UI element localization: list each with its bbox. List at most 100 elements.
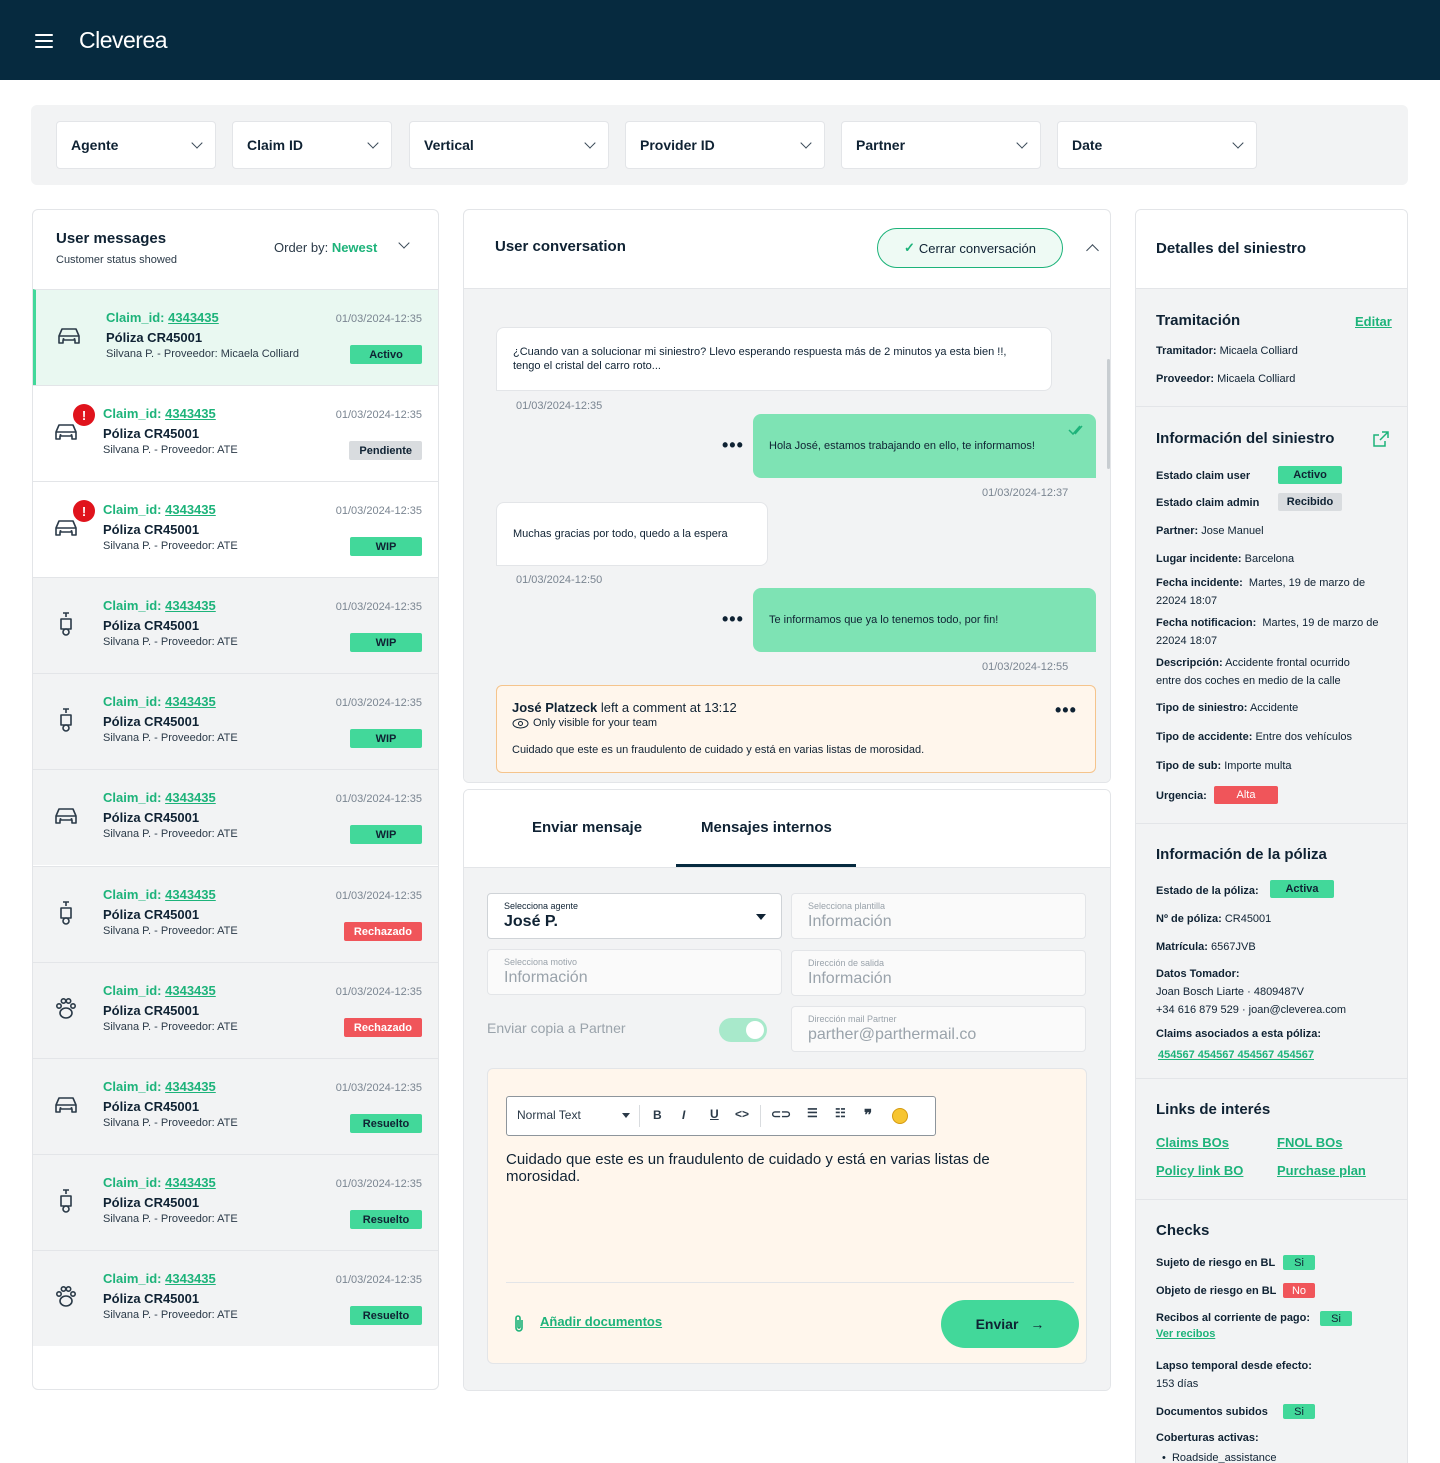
claim-id-link[interactable]: 4343435 (165, 887, 216, 902)
claim-id[interactable]: Claim_id: 4343435 (103, 406, 216, 421)
claim-id-link[interactable]: 4343435 (165, 1271, 216, 1286)
active-tab-indicator (676, 864, 856, 867)
message-list-item[interactable]: Claim_id: 4343435 Póliza CR45001 Silvana P… (33, 289, 438, 385)
bold-icon[interactable]: B (653, 1108, 662, 1122)
claim-id-link[interactable]: 4343435 (165, 694, 216, 709)
purchase-plan-link[interactable]: Purchase plan (1277, 1163, 1366, 1178)
more-options-icon[interactable]: ••• (722, 609, 744, 630)
tab-enviar-mensaje[interactable]: Enviar mensaje (532, 819, 642, 836)
agent-select[interactable]: Selecciona agente José P. (487, 893, 782, 939)
estado-admin-label: Estado claim admin (1156, 494, 1259, 512)
order-by-select[interactable]: Order by: Newest (274, 240, 377, 255)
message-list-item[interactable]: Claim_id: 4343435 Póliza CR45001 Silvana P… (33, 1154, 438, 1250)
app-logo[interactable]: Cleverea (79, 27, 168, 54)
row-value: Entre dos vehículos (1255, 731, 1353, 743)
editor-body[interactable]: Cuidado que este es un fraudulento de cu… (506, 1151, 1046, 1185)
provider-text: Silvana P. - Proveedor: ATE (103, 1213, 238, 1225)
fnol-bos-link[interactable]: FNOL BOs (1277, 1135, 1343, 1150)
comment-visibility: Only visible for your team (512, 717, 657, 729)
provider-text: Silvana P. - Proveedor: ATE (103, 828, 238, 840)
motive-select[interactable]: Selecciona motivo Información (487, 949, 782, 995)
filter-bar: Agente Claim ID Vertical Provider ID Par… (31, 105, 1408, 185)
chevron-down-icon (191, 137, 203, 149)
policy-link-bo[interactable]: Policy link BO (1156, 1163, 1243, 1178)
message-list-item[interactable]: Claim_id: 4343435 Póliza CR45001 Silvana P… (33, 1250, 438, 1346)
menu-icon[interactable] (35, 34, 53, 48)
claim-id[interactable]: Claim_id: 4343435 (103, 598, 216, 613)
claim-id[interactable]: Claim_id: 4343435 (103, 983, 216, 998)
link-icon[interactable]: ⊂⊃ (771, 1107, 791, 1121)
message-list-item[interactable]: Claim_id: 4343435 Póliza CR45001 Silvana P… (33, 866, 438, 962)
send-button[interactable]: Enviar → (941, 1300, 1079, 1348)
italic-icon[interactable]: I (682, 1108, 685, 1122)
row-value: +34 616 879 529 · joan@cleverea.com (1156, 1004, 1347, 1016)
claim-id-link[interactable]: 4343435 (168, 310, 219, 325)
ver-recibos-link[interactable]: Ver recibos (1156, 1328, 1215, 1340)
filter-claim-id[interactable]: Claim ID (232, 121, 392, 169)
more-options-icon[interactable]: ••• (722, 435, 744, 456)
claim-id-link[interactable]: 4343435 (165, 406, 216, 421)
claim-id-link[interactable]: 4343435 (165, 1175, 216, 1190)
row-key: Matrícula: (1156, 941, 1208, 953)
message-list-item[interactable]: Claim_id: 4343435 Póliza CR45001 Silvana P… (33, 769, 438, 865)
row-value: 6567JVB (1211, 941, 1256, 953)
chevron-down-icon (1016, 137, 1028, 149)
message-list-item[interactable]: ! Claim_id: 4343435 Póliza CR45001 Silvana … (33, 385, 438, 481)
message-list-item[interactable]: ! Claim_id: 4343435 Póliza CR45001 Silvana … (33, 481, 438, 577)
message-list-item[interactable]: Claim_id: 4343435 Póliza CR45001 Silvana P… (33, 673, 438, 769)
copy-partner-label: Enviar copia a Partner (487, 1020, 626, 1036)
claim-id-link[interactable]: 4343435 (165, 502, 216, 517)
chevron-up-icon[interactable] (1086, 244, 1099, 257)
policy-number: Póliza CR45001 (103, 426, 200, 441)
scrollbar[interactable] (1107, 359, 1110, 469)
edit-link[interactable]: Editar (1355, 314, 1392, 329)
tab-mensajes-internos[interactable]: Mensajes internos (701, 819, 832, 836)
partner-mail-field[interactable]: Dirección mail Partner parther@partherma… (791, 1006, 1086, 1052)
row-key: Tipo de sub: (1156, 760, 1222, 772)
quote-icon[interactable]: ❞ (864, 1106, 872, 1124)
code-icon[interactable]: <> (735, 1107, 749, 1121)
claims-bos-link[interactable]: Claims BOs (1156, 1135, 1229, 1150)
claim-id[interactable]: Claim_id: 4343435 (106, 310, 219, 325)
copy-partner-toggle[interactable] (719, 1018, 767, 1042)
field-value: parther@parthermail.co (808, 1026, 977, 1043)
claim-id-link[interactable]: 4343435 (165, 598, 216, 613)
bullet-list-icon[interactable]: ☰ (807, 1106, 818, 1120)
filter-agente[interactable]: Agente (56, 121, 216, 169)
claim-id[interactable]: Claim_id: 4343435 (103, 694, 216, 709)
more-options-icon[interactable]: ••• (1055, 700, 1077, 721)
poliza-info-section: Información de la póliza Estado de la pó… (1136, 824, 1407, 1079)
template-select[interactable]: Selecciona plantilla Información (791, 893, 1086, 939)
proveedor-row: Proveedor: Micaela Colliard (1156, 370, 1295, 388)
claim-id[interactable]: Claim_id: 4343435 (103, 1079, 216, 1094)
close-conversation-button[interactable]: ✓ Cerrar conversación (877, 228, 1063, 268)
claim-id[interactable]: Claim_id: 4343435 (103, 1175, 216, 1190)
claim-id[interactable]: Claim_id: 4343435 (103, 502, 216, 517)
message-list-item[interactable]: Claim_id: 4343435 Póliza CR45001 Silvana P… (33, 577, 438, 673)
filter-date[interactable]: Date (1057, 121, 1257, 169)
message-list-item[interactable]: Claim_id: 4343435 Póliza CR45001 Silvana P… (33, 1058, 438, 1154)
claim-id-link[interactable]: 4343435 (165, 1079, 216, 1094)
chevron-down-icon[interactable] (398, 237, 410, 249)
claim-id[interactable]: Claim_id: 4343435 (103, 887, 216, 902)
filter-partner[interactable]: Partner (841, 121, 1041, 169)
filter-label: Claim ID (247, 137, 304, 153)
filter-provider-id[interactable]: Provider ID (625, 121, 825, 169)
underline-icon[interactable]: U (710, 1107, 719, 1121)
numbered-list-icon[interactable]: ☷ (835, 1106, 846, 1120)
claim-id-link[interactable]: 4343435 (165, 983, 216, 998)
claim-id[interactable]: Claim_id: 4343435 (103, 790, 216, 805)
exit-address-field[interactable]: Dirección de salida Información (791, 950, 1086, 996)
estado-user-label: Estado claim user (1156, 467, 1250, 485)
filter-vertical[interactable]: Vertical (409, 121, 609, 169)
claim-id-link[interactable]: 4343435 (165, 790, 216, 805)
chevron-down-icon (584, 137, 596, 149)
message-list-item[interactable]: Claim_id: 4343435 Póliza CR45001 Silvana P… (33, 962, 438, 1058)
message-date: 01/03/2024-12:35 (516, 400, 603, 412)
claim-id[interactable]: Claim_id: 4343435 (103, 1271, 216, 1286)
emoji-icon[interactable] (892, 1108, 908, 1124)
add-documents-link[interactable]: Añadir documentos (540, 1314, 662, 1329)
associated-claims-links[interactable]: 454567 454567 454567 454567 (1158, 1049, 1314, 1061)
external-link-icon[interactable] (1373, 431, 1389, 447)
text-style-select[interactable]: Normal Text (517, 1108, 581, 1122)
